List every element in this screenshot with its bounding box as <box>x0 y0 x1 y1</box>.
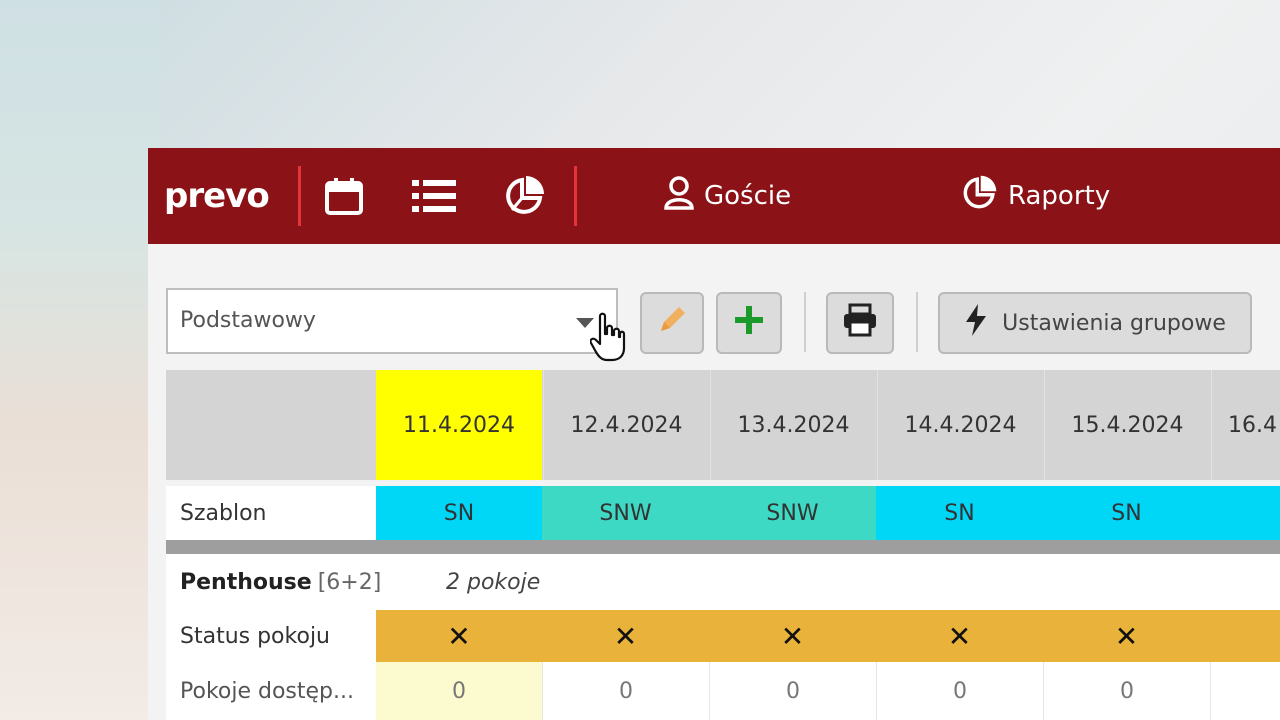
user-icon <box>664 175 694 217</box>
template-row: Szablon SN SNW SNW SN SN <box>166 486 1280 540</box>
available-rooms-cell: 0 <box>1043 662 1210 720</box>
status-unavailable-icon[interactable]: ✕ <box>542 610 709 662</box>
pie-chart-icon <box>960 174 998 219</box>
available-rooms-cell: 0 <box>709 662 876 720</box>
status-unavailable-icon[interactable]: ✕ <box>876 610 1043 662</box>
room-status-label: Status pokoju <box>166 610 376 662</box>
date-header-row: 11.4.2024 12.4.2024 13.4.2024 14.4.2024 … <box>166 370 1280 480</box>
available-rooms-cell: 0 <box>376 662 542 720</box>
template-select-value: Podstawowy <box>180 308 316 333</box>
edit-button[interactable] <box>640 292 704 354</box>
list-icon[interactable] <box>412 174 456 218</box>
toolbar-separator <box>916 292 918 352</box>
date-header[interactable]: 13.4.2024 <box>710 370 876 480</box>
nav-reports-label: Raporty <box>1008 181 1111 211</box>
calendar-icon[interactable] <box>322 174 366 218</box>
room-group-name[interactable]: Penthouse <box>180 570 312 595</box>
status-unavailable-icon[interactable]: ✕ <box>376 610 542 662</box>
template-cell-sn[interactable]: SN <box>1043 486 1210 540</box>
desktop-background <box>0 0 160 720</box>
prevo-logo[interactable]: prevo <box>164 168 270 224</box>
print-button[interactable] <box>826 292 894 354</box>
plus-icon <box>733 304 765 342</box>
printer-icon <box>842 303 878 343</box>
template-cell-snw[interactable]: SNW <box>709 486 876 540</box>
available-rooms-row: Pokoje dostęp... 0 0 0 0 0 <box>166 662 1280 720</box>
pie-chart-icon[interactable] <box>502 174 546 218</box>
room-group-header: Penthouse [6+2] 2 pokoje <box>166 554 1280 610</box>
template-row-label: Szablon <box>166 486 376 540</box>
lightning-icon <box>964 304 988 342</box>
app-window: prevo Goście Raporty Podstawowy Ustawien… <box>148 148 1280 720</box>
header-corner <box>166 370 376 480</box>
date-header[interactable]: 16.4 <box>1211 370 1280 480</box>
nav-guests-link[interactable]: Goście <box>664 174 791 218</box>
date-header[interactable]: 12.4.2024 <box>543 370 709 480</box>
nav-separator <box>298 166 301 226</box>
available-rooms-cell: 0 <box>542 662 709 720</box>
status-unavailable-icon[interactable]: ✕ <box>709 610 876 662</box>
date-header-today[interactable]: 11.4.2024 <box>376 370 542 480</box>
toolbar: Podstawowy Ustawienia grupowe <box>148 288 1280 358</box>
group-settings-label: Ustawienia grupowe <box>1002 310 1226 336</box>
hand-cursor-icon <box>589 312 626 366</box>
pencil-icon <box>655 303 689 343</box>
available-rooms-cell: 0 <box>876 662 1043 720</box>
top-navigation-bar: prevo Goście Raporty <box>148 148 1280 244</box>
template-cell-sn[interactable] <box>1210 486 1280 540</box>
toolbar-separator <box>804 292 806 352</box>
date-header[interactable]: 15.4.2024 <box>1044 370 1210 480</box>
section-divider <box>166 540 1280 554</box>
room-group-capacity: [6+2] <box>317 569 382 595</box>
available-rooms-cell <box>1210 662 1280 720</box>
nav-reports-link[interactable]: Raporty <box>960 174 1110 218</box>
group-settings-button[interactable]: Ustawienia grupowe <box>938 292 1252 354</box>
room-group-count: 2 pokoje <box>446 569 541 595</box>
template-cell-sn[interactable]: SN <box>376 486 542 540</box>
add-button[interactable] <box>716 292 782 354</box>
template-cell-sn[interactable]: SN <box>876 486 1043 540</box>
status-unavailable-icon[interactable]: ✕ <box>1043 610 1210 662</box>
available-rooms-label: Pokoje dostęp... <box>166 662 376 720</box>
nav-separator <box>574 166 577 226</box>
room-status-row: Status pokoju ✕ ✕ ✕ ✕ ✕ <box>166 610 1280 662</box>
date-header[interactable]: 14.4.2024 <box>877 370 1043 480</box>
nav-guests-label: Goście <box>704 181 792 211</box>
template-cell-snw[interactable]: SNW <box>542 486 709 540</box>
status-unavailable-icon[interactable] <box>1210 610 1280 662</box>
template-select[interactable]: Podstawowy <box>166 288 618 354</box>
